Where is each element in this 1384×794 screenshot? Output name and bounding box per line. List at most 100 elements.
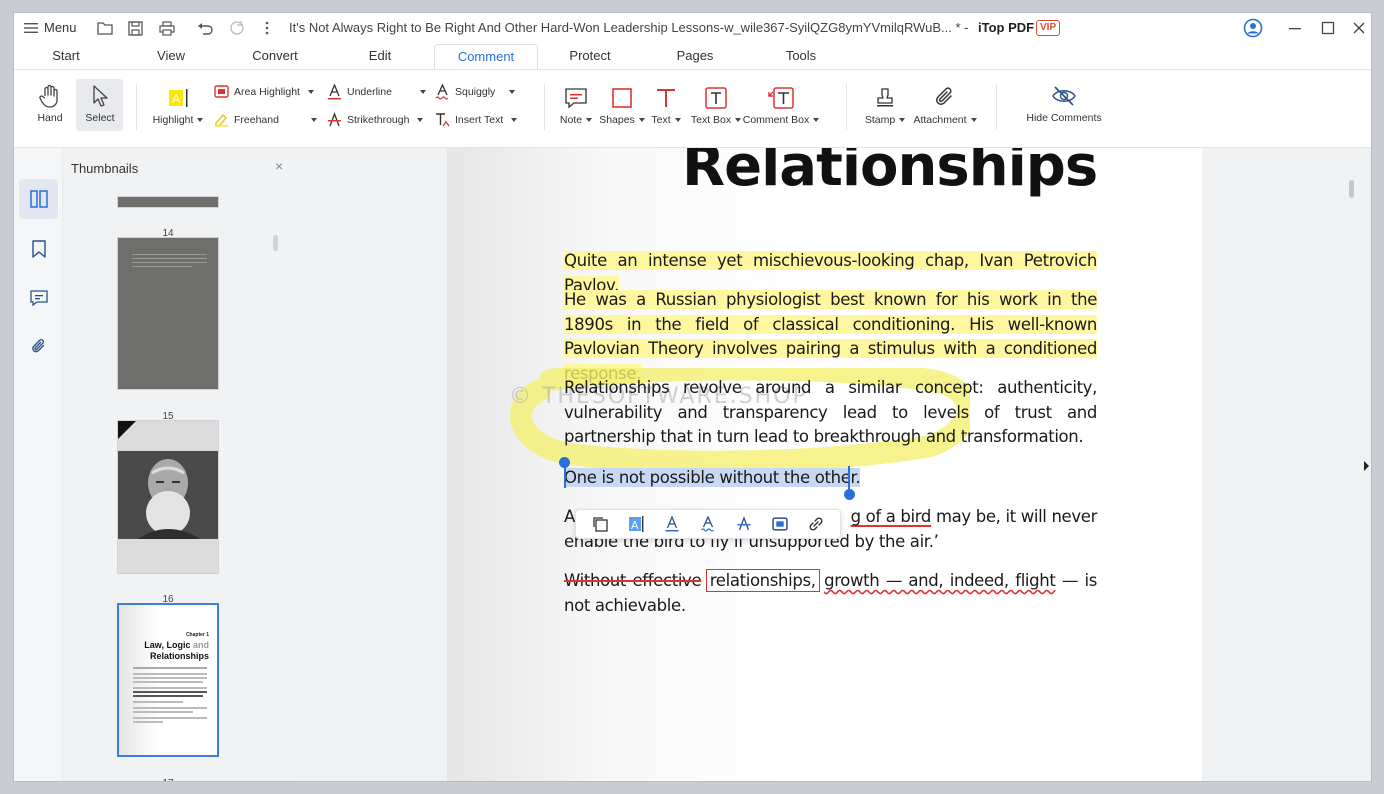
squiggly-label: Squiggly xyxy=(455,86,496,98)
thumbnails-panel: Thumbnails × 14 15 16 Chapter 1 Law, Log… xyxy=(63,148,298,781)
svg-text:A: A xyxy=(172,92,181,106)
thumbnail-page-15[interactable] xyxy=(117,237,219,390)
selection-end-line xyxy=(848,466,850,490)
redo-icon[interactable] xyxy=(228,19,246,37)
minimize-icon[interactable] xyxy=(1286,19,1304,37)
highlight-icon: A xyxy=(169,89,188,107)
paragraph-4[interactable]: One is not possible without the other. xyxy=(564,466,1097,491)
squiggly-text[interactable]: growth — and, indeed, flight xyxy=(824,571,1056,590)
rail-comments[interactable] xyxy=(19,278,58,318)
tab-view[interactable]: View xyxy=(142,44,200,70)
print-icon[interactable] xyxy=(158,19,176,37)
rail-attachments[interactable] xyxy=(19,327,58,367)
rail-bookmarks[interactable] xyxy=(19,229,58,269)
pdf-page[interactable]: Relationships Quite an intense yet misch… xyxy=(447,148,1202,781)
paragraph-3[interactable]: Relationships revolve around a similar c… xyxy=(564,376,1097,450)
selected-text[interactable]: One is not possible without the other. xyxy=(564,468,861,487)
copy-button[interactable] xyxy=(588,512,612,536)
hide-comments-button[interactable]: Hide Comments xyxy=(1024,84,1104,124)
save-icon[interactable] xyxy=(126,19,144,37)
copy-icon xyxy=(593,517,608,532)
document-viewport[interactable]: Relationships Quite an intense yet misch… xyxy=(298,148,1357,781)
underline-label: Underline xyxy=(347,86,392,98)
close-icon[interactable] xyxy=(1350,19,1368,37)
tab-pages[interactable]: Pages xyxy=(664,44,726,70)
paragraph-5-start: A xyxy=(564,507,575,526)
mini-underline-button[interactable] xyxy=(660,512,684,536)
highlight-tool-button[interactable]: A Highlight xyxy=(150,86,206,126)
tab-comment[interactable]: Comment xyxy=(434,44,538,70)
thumbnail-page-16[interactable] xyxy=(117,420,219,574)
squiggly-button[interactable]: Squiggly xyxy=(435,84,516,100)
mini-link-button[interactable] xyxy=(804,512,828,536)
close-panel-icon[interactable]: × xyxy=(275,158,283,174)
tab-convert[interactable]: Convert xyxy=(242,44,308,70)
comment-list-icon xyxy=(29,290,48,306)
hand-icon xyxy=(39,84,58,108)
thumb-title-line2: Relationships xyxy=(149,651,209,661)
attachment-label: Attachment xyxy=(913,114,967,126)
tab-protect[interactable]: Protect xyxy=(559,44,621,70)
strikethrough-button[interactable]: Strikethrough xyxy=(327,112,424,128)
freehand-button[interactable]: Freehand xyxy=(214,112,317,127)
stamp-button[interactable]: Stamp xyxy=(862,86,908,126)
vertical-scrollbar-thumb[interactable] xyxy=(1349,180,1354,198)
text-box-label: Text Box xyxy=(690,114,732,126)
more-vertical-icon[interactable] xyxy=(258,19,276,37)
thumbnail-page-17[interactable]: Chapter 1 Law, Logic and Relationships xyxy=(117,603,219,757)
open-folder-icon[interactable] xyxy=(96,19,114,37)
underlined-text[interactable]: g of a bird xyxy=(851,507,932,526)
portrait-photo xyxy=(118,421,218,539)
title-separator: - xyxy=(964,20,969,35)
undo-icon[interactable] xyxy=(196,19,214,37)
area-highlight-button[interactable]: Area Highlight xyxy=(214,84,314,99)
insert-text-button[interactable]: Insert Text xyxy=(435,112,518,128)
boxed-text[interactable]: relationships, xyxy=(705,569,820,592)
strikethrough-text[interactable]: Without effective xyxy=(564,571,702,590)
account-avatar-icon[interactable] xyxy=(1243,18,1263,38)
selection-end-handle[interactable] xyxy=(844,489,855,500)
thumbnail-number: 17 xyxy=(117,778,219,781)
area-highlight-icon xyxy=(214,85,229,98)
hamburger-icon[interactable] xyxy=(22,19,40,37)
attachment-button[interactable]: Attachment xyxy=(910,86,980,126)
tab-edit[interactable]: Edit xyxy=(350,44,410,70)
stamp-label: Stamp xyxy=(864,114,896,126)
note-label: Note xyxy=(559,114,583,126)
mini-squiggly-button[interactable] xyxy=(696,512,720,536)
rail-thumbnails[interactable] xyxy=(19,179,58,219)
paperclip-icon xyxy=(936,87,952,105)
stamp-icon xyxy=(877,88,893,107)
insert-text-icon xyxy=(436,113,450,127)
left-rail xyxy=(14,148,63,781)
tab-start[interactable]: Start xyxy=(37,44,95,70)
thumbnails-scrollbar[interactable] xyxy=(273,235,278,251)
menu-button[interactable]: Menu xyxy=(44,20,77,35)
mini-highlight-button[interactable]: A xyxy=(624,512,648,536)
highlight-label: Highlight xyxy=(152,114,194,126)
area-highlight-icon xyxy=(772,517,788,531)
thumbnail-page-14[interactable] xyxy=(117,196,219,208)
hand-tool-button[interactable]: Hand xyxy=(32,84,68,124)
expand-right-panel-arrow[interactable] xyxy=(1364,461,1369,471)
comment-toolbar: Hand Select A Highlight Area Highlight F… xyxy=(14,70,1371,148)
vip-badge[interactable]: VIP xyxy=(1036,20,1061,36)
underline-button[interactable]: Underline xyxy=(327,84,426,100)
mini-area-highlight-button[interactable] xyxy=(768,512,792,536)
underline-icon xyxy=(665,516,679,532)
thumb-chapter-label: Chapter 1 xyxy=(185,632,209,638)
mini-strikethrough-button[interactable] xyxy=(732,512,756,536)
shapes-button[interactable]: Shapes xyxy=(599,86,645,126)
comment-box-button[interactable]: Comment Box xyxy=(741,86,821,126)
thumbnails-icon xyxy=(29,190,48,208)
tab-tools[interactable]: Tools xyxy=(771,44,831,70)
text-t-icon xyxy=(657,89,675,107)
select-tool-button[interactable]: Select xyxy=(80,84,120,124)
text-box-button[interactable]: Text Box xyxy=(686,86,746,126)
paragraph-6[interactable]: Without effective relationships, growth … xyxy=(564,569,1097,618)
text-button[interactable]: Text xyxy=(648,86,684,126)
link-icon xyxy=(809,517,823,531)
note-button[interactable]: Note xyxy=(558,86,594,126)
maximize-icon[interactable] xyxy=(1319,19,1337,37)
selection-start-handle[interactable] xyxy=(559,457,570,468)
